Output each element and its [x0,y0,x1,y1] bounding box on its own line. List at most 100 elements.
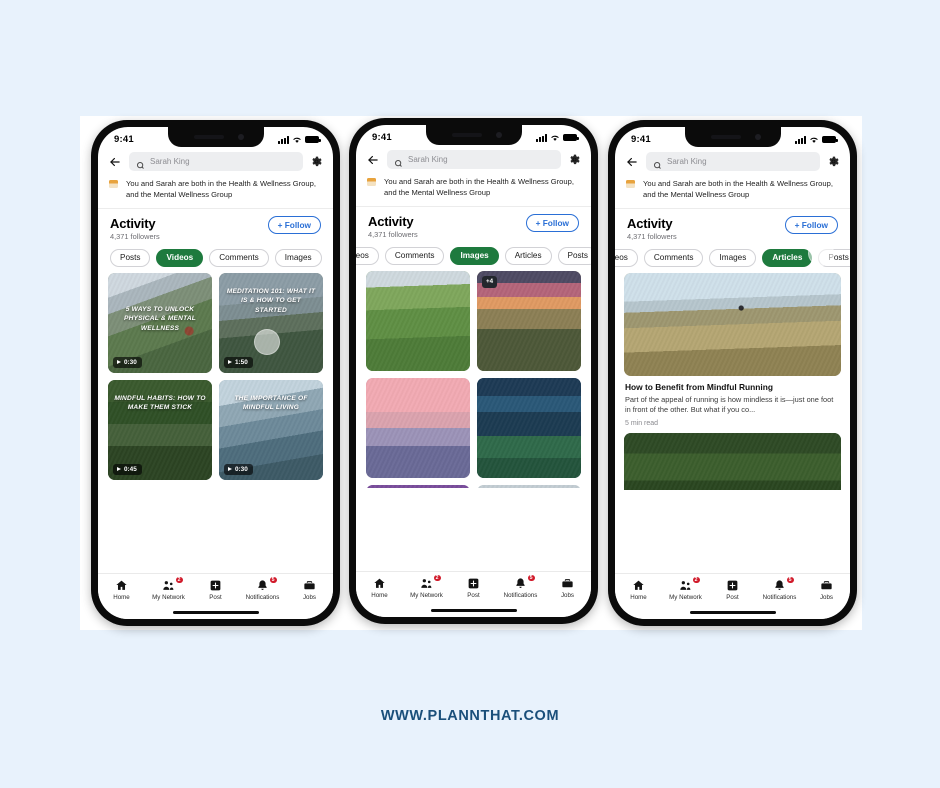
search-input[interactable]: Sarah King [646,152,820,171]
back-arrow-icon[interactable] [366,153,380,167]
article-card[interactable] [624,433,841,490]
badge-count: 5 [526,574,536,582]
tab-my-network[interactable]: 2 My Network [664,576,708,601]
tab-post[interactable]: Post [452,577,496,599]
phone-mockup-images: 9:41 Sarah King You and Sarah are both i… [349,118,598,624]
image-card[interactable] [477,484,581,488]
video-card[interactable]: 5 WAYS TO UNLOCK PHYSICAL & MENTAL WELLN… [108,272,212,373]
pill-comments[interactable]: Comments [209,248,269,267]
tab-label: Jobs [560,592,575,599]
pill-images[interactable]: Images [274,248,322,267]
search-input[interactable]: Sarah King [387,150,561,169]
home-icon [373,577,386,590]
tab-notifications[interactable]: 5 Notifications [499,574,543,599]
notice-text: You and Sarah are both in the Health & W… [126,179,316,199]
video-duration: 0:30 [113,356,142,368]
search-input[interactable]: Sarah King [129,152,303,171]
wifi-icon [292,136,302,144]
activity-header: Activity 4,371 followers + Follow [98,209,333,244]
footer-url: WWW.PLANNTHAT.COM [380,708,560,724]
page-title: Activity [368,213,414,229]
tab-my-network[interactable]: 2 My Network [147,576,191,601]
video-overlay-title: THE IMPORTANCE OF MINDFUL LIVING [234,394,308,412]
tab-post[interactable]: Post [194,579,238,601]
article-card[interactable]: How to Benefit from Mindful Running Part… [624,272,841,427]
pill-comments[interactable]: Comments [384,246,445,265]
video-overlay-title: MINDFUL HABITS: HOW TO MAKE THEM STICK [114,394,206,412]
pill-videos[interactable]: Videos [356,246,379,265]
pill-articles[interactable]: Articles [504,246,552,265]
mutual-group-notice: You and Sarah are both in the Health & W… [98,177,333,209]
post-plus-icon [467,577,480,590]
phone-mockup-articles: 9:41 Sarah King You and Sarah are both i… [608,120,857,626]
tab-jobs[interactable]: Jobs [805,579,849,601]
tab-jobs[interactable]: Jobs [546,577,590,599]
pill-images[interactable]: Images [450,246,499,265]
follow-button[interactable]: + Follow [784,215,838,234]
tab-label: Post [726,594,739,601]
image-card[interactable] [366,377,470,478]
tab-home[interactable]: Home [617,579,661,601]
follow-button[interactable]: + Follow [267,215,321,234]
back-arrow-icon[interactable] [108,155,122,169]
follower-count: 4,371 followers [368,229,418,239]
search-icon [394,155,403,167]
status-time: 9:41 [372,132,392,143]
pill-posts[interactable]: Posts [557,246,591,265]
search-icon [136,157,145,169]
gear-icon[interactable] [568,153,581,166]
status-time: 9:41 [631,134,651,145]
group-badge-icon [109,180,118,188]
play-icon [117,360,121,365]
network-icon [679,579,692,592]
tab-notifications[interactable]: 5 Notifications [758,576,802,601]
back-arrow-icon[interactable] [625,155,639,169]
phone-screen-videos: 9:41 Sarah King You and Sarah are both i… [98,127,333,619]
texture-overlay [624,272,841,376]
pill-posts[interactable]: Posts [110,248,151,267]
notch [684,127,781,147]
pill-videos[interactable]: Videos [615,248,638,267]
tab-jobs[interactable]: Jobs [288,579,332,601]
search-row: Sarah King [615,149,850,177]
video-card[interactable]: MINDFUL HABITS: HOW TO MAKE THEM STICK 0… [108,379,212,480]
tab-label: My Network [669,594,702,601]
tab-my-network[interactable]: 2 My Network [405,574,449,599]
tab-label: Home [113,594,130,601]
tab-home[interactable]: Home [100,579,144,601]
video-card[interactable]: MEDITATION 101: WHAT IT IS & HOW TO GET … [219,272,323,373]
image-card[interactable] [477,377,581,478]
tab-post[interactable]: Post [711,579,755,601]
follow-button[interactable]: + Follow [525,213,579,232]
image-grid: +4 [366,270,581,488]
video-card[interactable]: THE IMPORTANCE OF MINDFUL LIVING 0:30 [219,379,323,480]
play-icon [117,467,121,472]
pill-videos[interactable]: Videos [156,248,204,267]
group-badge-icon [626,180,635,188]
image-count-badge: +4 [482,275,498,288]
gear-icon[interactable] [827,155,840,168]
activity-header: Activity 4,371 followers + Follow [615,209,850,244]
mutual-group-notice: You and Sarah are both in the Health & W… [615,177,850,209]
pill-posts[interactable]: Posts [818,248,850,267]
tab-home[interactable]: Home [358,577,402,599]
pill-comments[interactable]: Comments [643,248,704,267]
activity-header: Activity 4,371 followers + Follow [356,207,591,242]
image-card[interactable] [366,270,470,371]
notch [167,127,264,147]
camera-icon [754,134,761,140]
article-title: How to Benefit from Mindful Running [625,381,773,392]
pill-articles[interactable]: Articles [762,248,813,267]
article-list-container: How to Benefit from Mindful Running Part… [615,272,850,490]
play-icon [228,467,232,472]
image-card[interactable]: +4 [477,270,581,371]
badge-count: 2 [432,574,442,582]
bell-icon [514,577,527,590]
battery-icon [305,135,321,144]
gear-icon[interactable] [310,155,323,168]
battery-icon [563,133,579,142]
tab-notifications[interactable]: 5 Notifications [241,576,285,601]
video-duration: 0:30 [224,463,253,475]
pill-images[interactable]: Images [709,248,757,267]
image-card[interactable] [366,484,470,488]
